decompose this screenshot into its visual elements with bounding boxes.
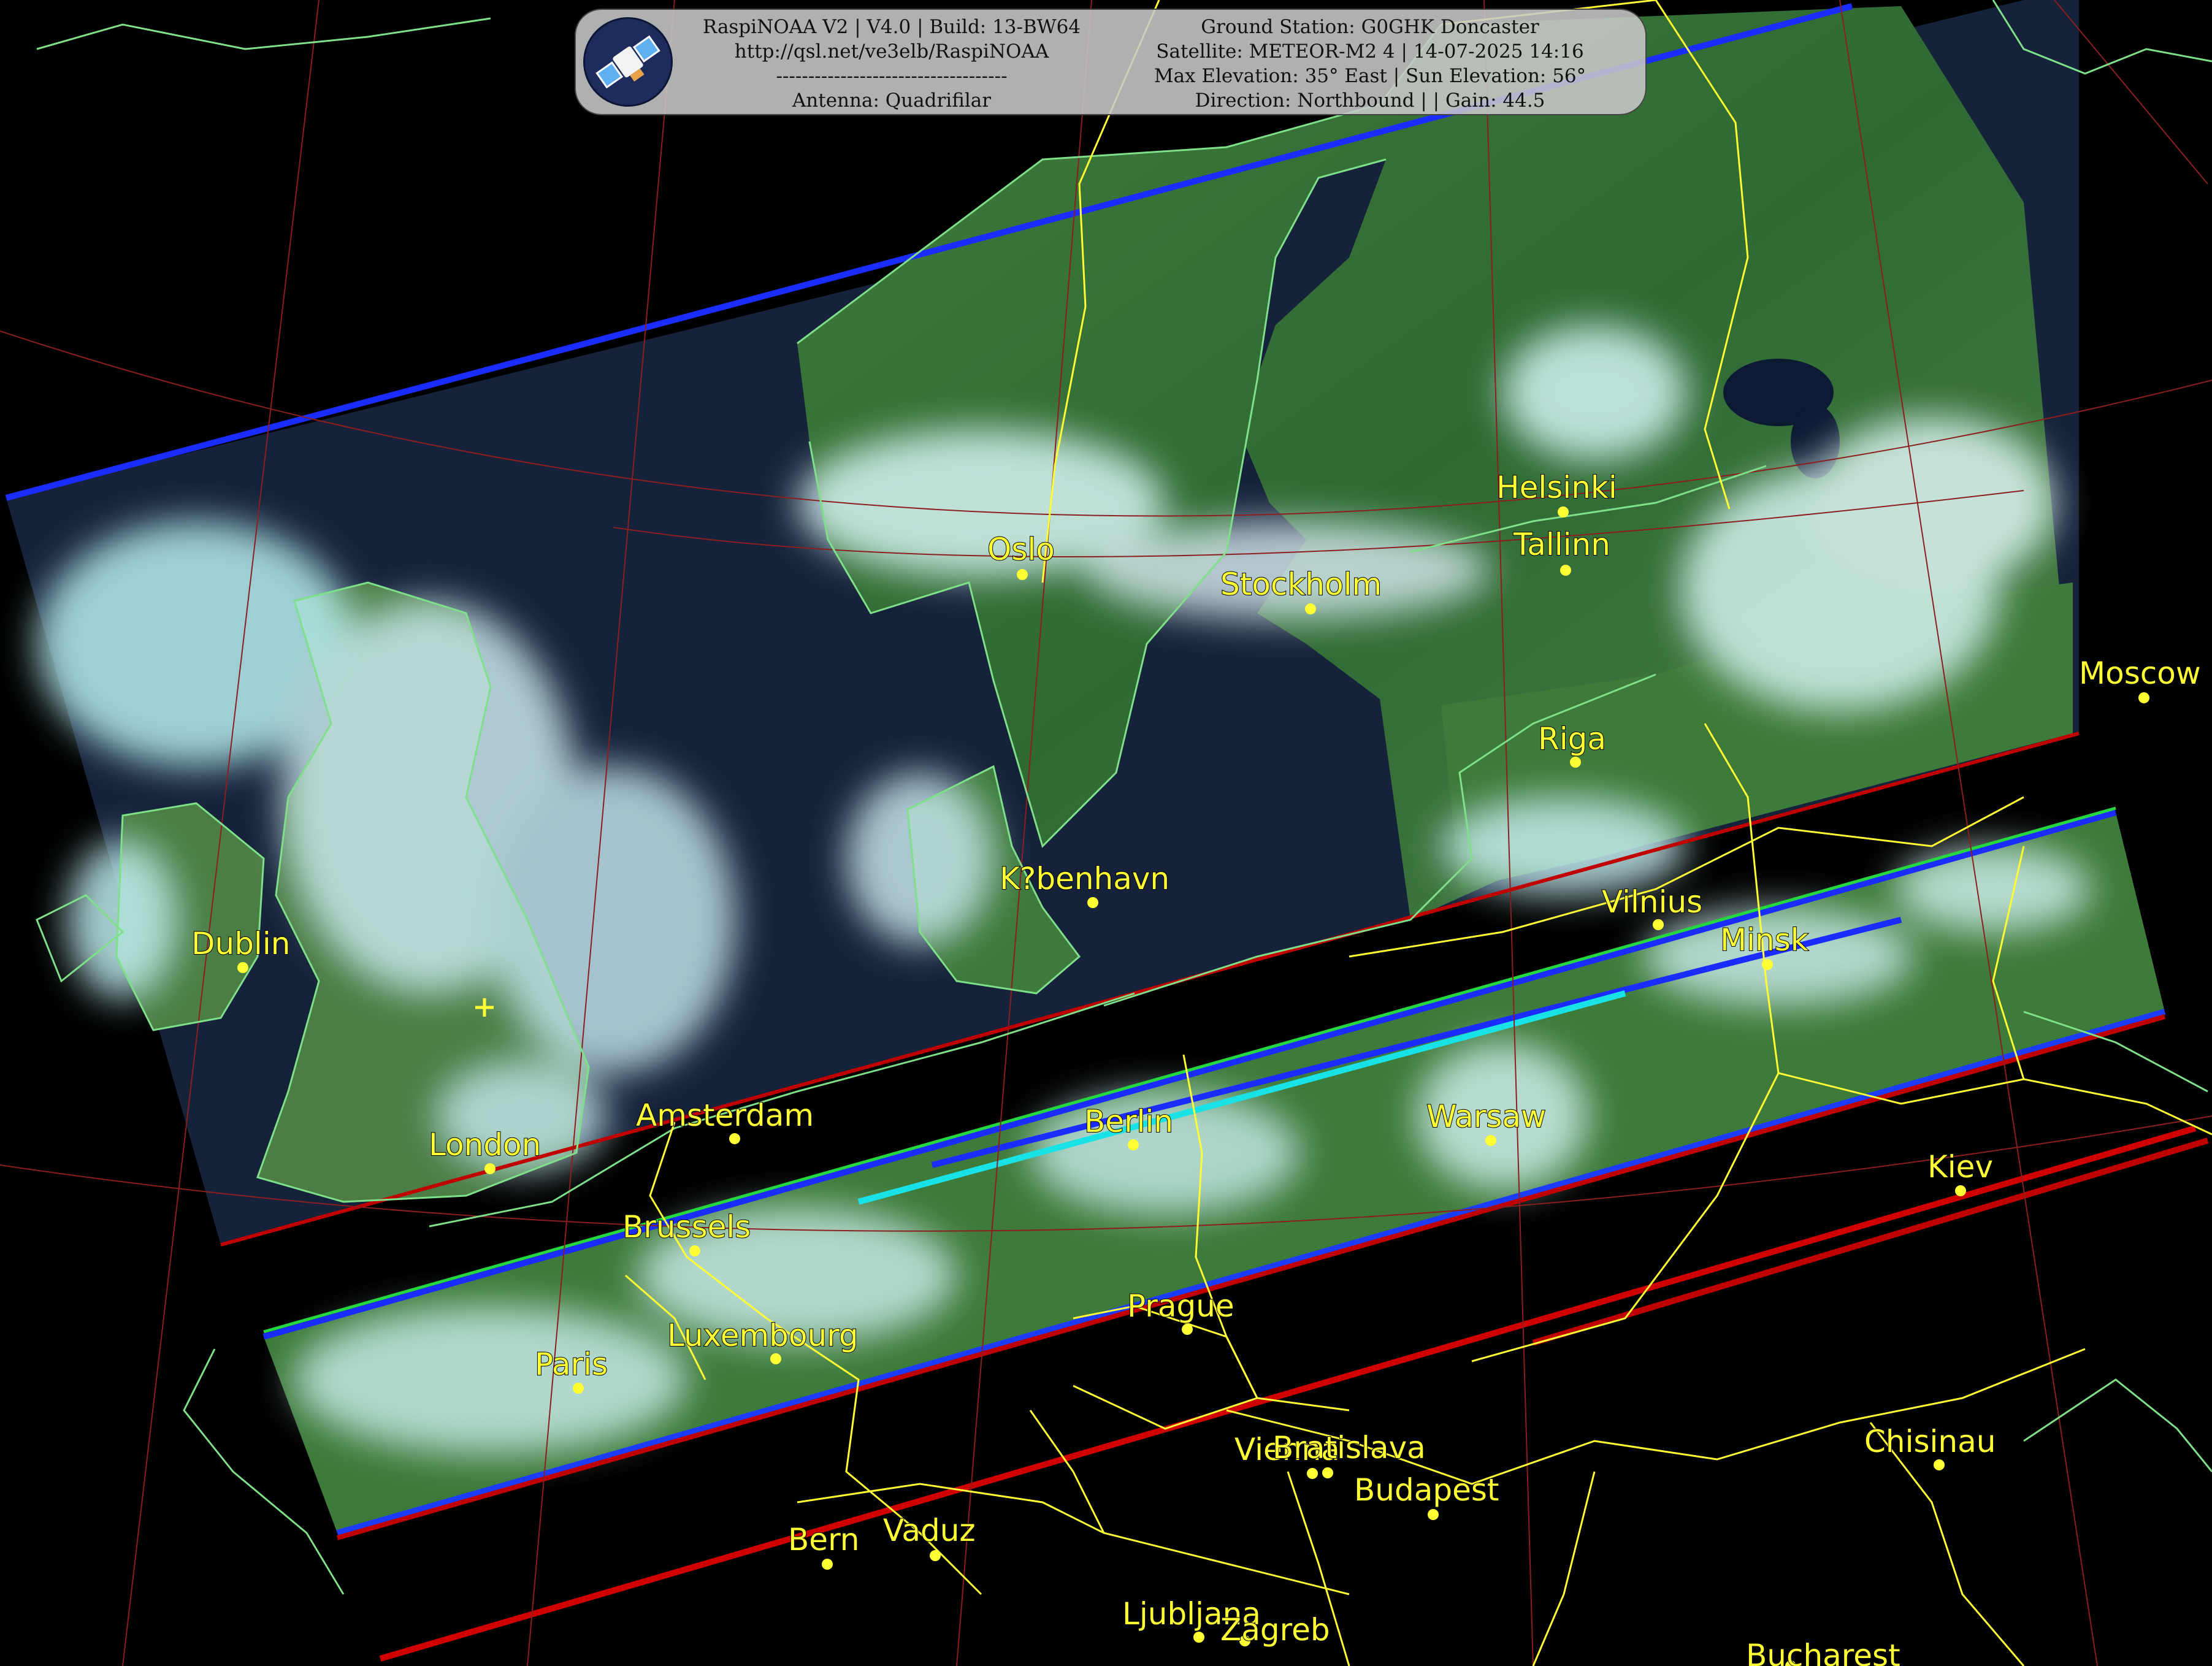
city-dot-vaduz xyxy=(930,1550,941,1561)
antenna-text: Antenna: Quadrifilar xyxy=(792,90,992,112)
city-dot-kobenhavn xyxy=(1087,897,1098,908)
direction-gain-text: Direction: Northbound | | Gain: 44.5 xyxy=(1195,90,1545,112)
city-label-dublin: Dublin xyxy=(191,926,290,961)
city-label-bratislava: Bratislava xyxy=(1272,1430,1426,1465)
project-url-link[interactable]: http://qsl.net/ve3elb/RaspiNOAA xyxy=(692,39,1091,64)
city-dot-tallinn xyxy=(1560,565,1571,576)
city-label-minsk: Minsk xyxy=(1720,922,1808,958)
city-dot-stockholm xyxy=(1305,603,1316,614)
city-dot-bern xyxy=(822,1559,833,1570)
city-dot-bratislava xyxy=(1322,1467,1333,1478)
city-dot-chisinau xyxy=(1934,1459,1945,1470)
elevation-text: Max Elevation: 35° East | Sun Elevation:… xyxy=(1154,65,1586,87)
city-label-london: London xyxy=(429,1127,541,1163)
city-label-amsterdam: Amsterdam xyxy=(636,1098,814,1133)
city-label-warsaw: Warsaw xyxy=(1426,1099,1546,1134)
city-label-zagreb: Zagreb xyxy=(1220,1612,1330,1648)
city-label-bern: Bern xyxy=(788,1522,859,1557)
satellite-text: Satellite: METEOR-M2 4 | 14-07-2025 14:1… xyxy=(1156,40,1584,63)
ground-station-text: Ground Station: G0GHK Doncaster xyxy=(1201,16,1539,38)
city-label-vilnius: Vilnius xyxy=(1602,884,1702,920)
city-dot-berlin xyxy=(1128,1139,1139,1150)
city-dot-oslo xyxy=(1017,569,1028,580)
city-dot-prague xyxy=(1182,1324,1193,1335)
city-label-luxembourg: Luxembourg xyxy=(667,1318,859,1353)
city-dot-helsinki xyxy=(1558,506,1569,518)
satellite-map: Oslo Stockholm Helsinki Tallinn Riga Moscow Du… xyxy=(0,0,2212,1666)
city-dot-budapest xyxy=(1428,1509,1439,1520)
city-label-kiev: Kiev xyxy=(1927,1149,1993,1185)
city-dot-riga xyxy=(1570,757,1581,768)
city-label-stockholm: Stockholm xyxy=(1220,567,1382,602)
city-dot-vilnius xyxy=(1653,919,1664,930)
city-label-helsinki: Helsinki xyxy=(1496,470,1617,505)
city-dot-amsterdam xyxy=(729,1133,740,1144)
info-right-column: Ground Station: G0GHK Doncaster Satellit… xyxy=(1103,15,1637,113)
city-label-berlin: Berlin xyxy=(1084,1104,1173,1139)
city-label-bucharest: Bucharest xyxy=(1746,1638,1900,1666)
city-label-vaduz: Vaduz xyxy=(883,1513,976,1548)
city-label-paris: Paris xyxy=(535,1347,608,1382)
city-dot-london xyxy=(484,1163,496,1174)
city-label-budapest: Budapest xyxy=(1354,1472,1499,1508)
app-version-text: RaspiNOAA V2 | V4.0 | Build: 13-BW64 xyxy=(702,16,1081,38)
city-label-chisinau: Chisinau xyxy=(1864,1424,1996,1459)
city-label-oslo: Oslo xyxy=(987,532,1055,567)
city-dot-warsaw xyxy=(1485,1135,1496,1146)
city-dot-luxembourg xyxy=(770,1353,781,1364)
city-dot-paris xyxy=(573,1383,584,1394)
satellite-icon xyxy=(583,17,673,107)
city-label-moscow: Moscow xyxy=(2079,655,2201,691)
city-dot-vienna xyxy=(1307,1468,1318,1479)
info-left-column: RaspiNOAA V2 | V4.0 | Build: 13-BW64 htt… xyxy=(692,15,1091,113)
city-label-prague: Prague xyxy=(1127,1288,1234,1324)
city-dot-minsk xyxy=(1762,959,1773,970)
city-label-riga: Riga xyxy=(1538,721,1606,757)
city-label-tallinn: Tallinn xyxy=(1513,527,1610,562)
separator-text: ------------------------------------ xyxy=(776,65,1008,87)
city-dot-kiev xyxy=(1955,1185,1966,1196)
city-dot-dublin xyxy=(237,962,248,973)
city-dot-ljubljana xyxy=(1193,1632,1204,1643)
city-label-kobenhavn: K?benhavn xyxy=(1000,861,1169,896)
city-dot-moscow xyxy=(2138,692,2149,703)
city-dot-brussels xyxy=(689,1245,700,1256)
city-label-brussels: Brussels xyxy=(622,1209,751,1245)
pass-info-banner: RaspiNOAA V2 | V4.0 | Build: 13-BW64 htt… xyxy=(575,9,1647,115)
